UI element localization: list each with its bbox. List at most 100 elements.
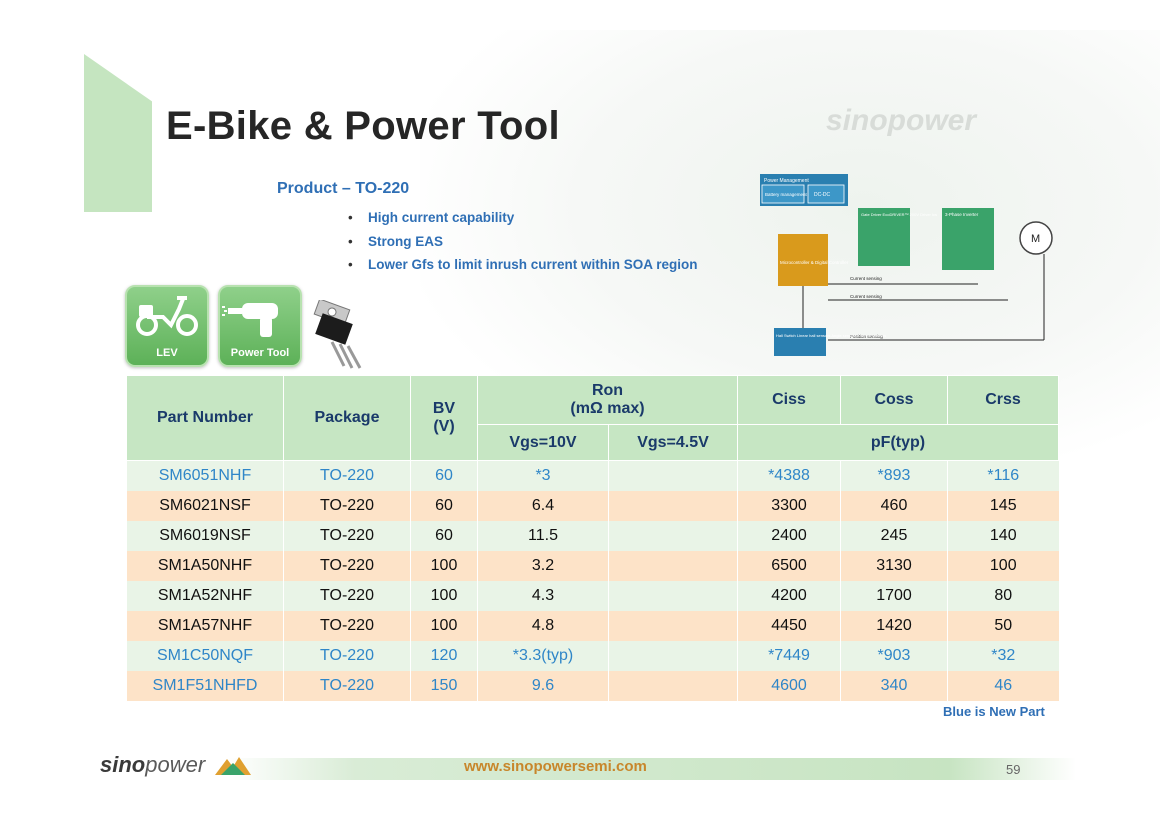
system-block-diagram: Power Management Battery management DC-D… [760,174,1053,356]
cell-ciss: 4600 [737,671,841,701]
cell-ron-vgs45 [608,671,738,701]
cell-crss: *32 [947,641,1059,671]
cell-package: TO-220 [283,551,411,581]
cell-coss: *893 [840,460,948,491]
cell-package: TO-220 [283,611,411,641]
feature-item: • Lower Gfs to limit inrush current withi… [348,253,698,277]
bullet-icon: • [348,257,353,272]
cell-part-number: SM1A50NHF [126,551,284,581]
cell-part-number: SM6019NSF [126,521,284,551]
cell-bv: 100 [410,611,478,641]
header-crss: Crss [947,375,1059,425]
cell-part-number: SM1C50NQF [126,641,284,671]
cell-crss: 140 [947,521,1059,551]
header-vgs45: Vgs=4.5V [608,424,738,461]
header-ron: Ron (mΩ max) [477,375,738,425]
cell-ciss: 2400 [737,521,841,551]
cell-package: TO-220 [283,491,411,521]
power-management-text: Power Management [764,178,809,184]
cell-bv: 150 [410,671,478,701]
scooter-icon [136,296,198,336]
cell-part-number: SM1A52NHF [126,581,284,611]
cell-coss: *903 [840,641,948,671]
cell-ron-vgs10: 3.2 [477,551,609,581]
battery-management-text: Battery management [765,192,808,197]
header-bv: BV (V) [410,375,478,461]
power-tool-label: Power Tool [230,347,290,359]
cell-package: TO-220 [283,671,411,701]
hall-switch-text: Hall Switch Linear hall sensors Angle se… [776,333,886,338]
cell-crss: 145 [947,491,1059,521]
cell-part-number: SM6051NHF [126,460,284,491]
cell-ron-vgs10: *3.3(typ) [477,641,609,671]
cell-coss: 340 [840,671,948,701]
cell-ciss: *7449 [737,641,841,671]
product-heading: Product – TO-220 [277,180,410,197]
cell-bv: 100 [410,551,478,581]
cell-ron-vgs45 [608,641,738,671]
cell-coss: 1700 [840,581,948,611]
page-title: E-Bike & Power Tool [166,104,560,148]
footer-logo: sinopower [100,752,255,779]
cell-ciss: 4450 [737,611,841,641]
header-part-number: Part Number [126,375,284,461]
cell-ciss: 6500 [737,551,841,581]
to220-package-icon [313,300,362,369]
cell-ron-vgs10: *3 [477,460,609,491]
feature-item: • Strong EAS [348,230,698,254]
power-tool-card: Power Tool [218,285,302,367]
cell-package: TO-220 [283,641,411,671]
cell-ciss: 4200 [737,581,841,611]
bullet-icon: • [348,233,353,249]
cell-part-number: SM1A57NHF [126,611,284,641]
microcontroller-text: Microcontroller & Digital Controller [780,260,849,265]
cell-package: TO-220 [283,581,411,611]
cell-ron-vgs10: 4.8 [477,611,609,641]
table-row: SM6021NSF TO-220 60 6.4 3300 460 145 [126,491,1059,521]
cell-crss: 80 [947,581,1059,611]
cell-ron-vgs10: 9.6 [477,671,609,701]
current-sensing-1: Current sensing [850,276,882,281]
cell-ron-vgs10: 11.5 [477,521,609,551]
cell-bv: 120 [410,641,478,671]
cell-coss: 245 [840,521,948,551]
drill-icon [222,303,278,337]
cell-bv: 60 [410,460,478,491]
table-row: SM1A52NHF TO-220 100 4.3 4200 1700 80 [126,581,1059,611]
cell-ron-vgs45 [608,581,738,611]
cell-ron-vgs45 [608,460,738,491]
cell-coss: 3130 [840,551,948,581]
header-ciss: Ciss [737,375,841,425]
lev-label: LEV [156,347,178,359]
cell-part-number: SM6021NSF [126,491,284,521]
table-row: SM1C50NQF TO-220 120 *3.3(typ) *7449 *903 *32 [126,641,1059,671]
inverter-text: 3-Phase Inverter [945,212,979,217]
header-pf: pF(typ) [737,424,1059,461]
dc-dc-text: DC-DC [814,192,830,198]
cell-package: TO-220 [283,521,411,551]
cell-ron-vgs45 [608,521,738,551]
cell-crss: 50 [947,611,1059,641]
inverter-block [942,208,994,270]
cell-crss: 100 [947,551,1059,581]
feature-item: • High current capability [348,206,698,230]
title-accent-tab [84,54,152,212]
table-row: SM6051NHF TO-220 60 *3 *4388 *893 *116 [126,460,1059,491]
cell-bv: 100 [410,581,478,611]
watermark-logo: sinopower [826,104,977,137]
cell-part-number: SM1F51NHFD [126,671,284,701]
table-row: SM1A57NHF TO-220 100 4.8 4450 1420 50 [126,611,1059,641]
footer-url: www.sinopowersemi.com [464,758,647,775]
cell-bv: 60 [410,491,478,521]
cell-coss: 460 [840,491,948,521]
footer-bar [228,758,1076,780]
cell-crss: 46 [947,671,1059,701]
page-number: 59 [1006,762,1021,777]
table-row: SM1F51NHFD TO-220 150 9.6 4600 340 46 [126,671,1059,701]
feature-list: • High current capability • Strong EAS • Lo… [348,206,698,277]
spec-table: Part Number Package BV (V) Ron (mΩ max) … [126,375,1059,701]
cell-ron-vgs10: 6.4 [477,491,609,521]
cell-crss: *116 [947,460,1059,491]
cell-ron-vgs45 [608,491,738,521]
header-vgs10: Vgs=10V [477,424,609,461]
